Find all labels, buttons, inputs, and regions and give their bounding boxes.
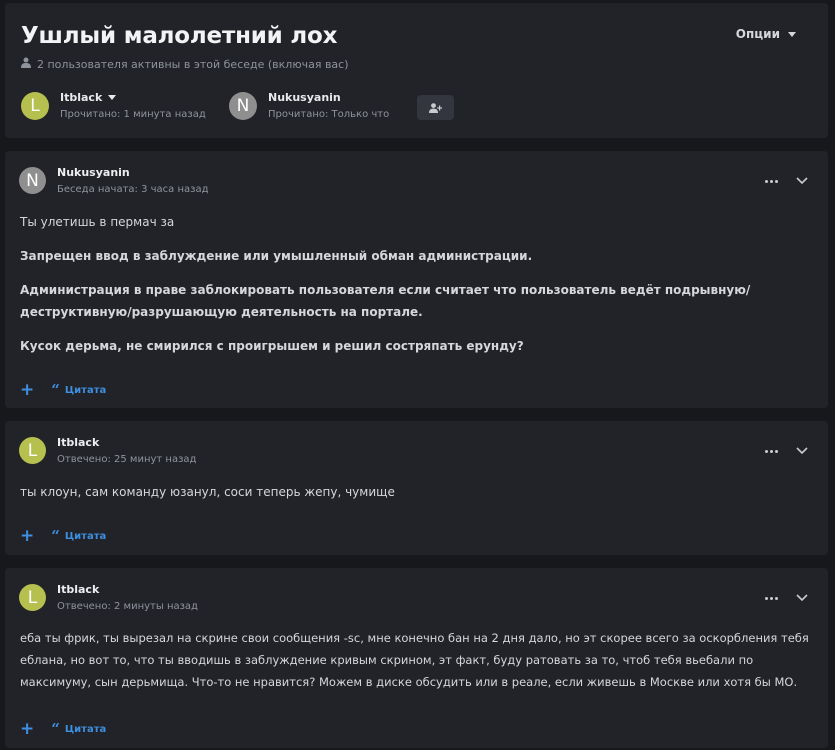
message-header: L Itblack Отвечено: 25 минут назад: [19, 436, 196, 465]
more-dots-icon[interactable]: [765, 596, 778, 600]
message-body: ты клоун, сам команду юзанул, соси тепер…: [20, 481, 810, 515]
plus-icon[interactable]: +: [20, 528, 34, 545]
active-users-line: 2 пользователя активны в этой беседе (вк…: [21, 57, 349, 71]
participant-nukusyanin[interactable]: N Nukusyanin Прочитано: Только что: [229, 91, 389, 120]
message-time[interactable]: Беседа начата: 3 часа назад: [57, 184, 209, 195]
participant-seen: Прочитано: Только что: [268, 109, 390, 120]
message-paragraph: Ты улетишь в пермач за: [20, 215, 175, 229]
chevron-down-icon[interactable]: [108, 95, 117, 100]
message-actions: + “ Цитата: [20, 382, 106, 399]
more-dots-icon[interactable]: [765, 179, 778, 183]
quote-icon: “: [51, 381, 60, 399]
quote-label: Цитата: [64, 531, 107, 542]
participant-name[interactable]: Nukusyanin: [268, 91, 389, 104]
chevron-down-icon: [788, 31, 796, 37]
plus-icon[interactable]: +: [20, 382, 34, 399]
page-title: Ушлый малолетний лох: [21, 23, 338, 49]
active-users-text: 2 пользователя активны в этой беседе (вк…: [37, 57, 349, 71]
avatar[interactable]: N: [19, 167, 46, 194]
quote-label: Цитата: [64, 385, 107, 396]
avatar[interactable]: L: [19, 584, 46, 611]
message-tools: [765, 177, 808, 185]
message: N Nukusyanin Беседа начата: 3 часа назад…: [5, 151, 828, 408]
plus-icon[interactable]: +: [20, 721, 34, 738]
message: L Itblack Отвечено: 25 минут назад ты кл…: [5, 421, 828, 555]
chevron-down-icon[interactable]: [796, 594, 808, 602]
user-icon: [21, 57, 31, 71]
message: L Itblack Отвечено: 2 минуты назад еба т…: [5, 568, 828, 748]
message-paragraph: Кусок дерьма, не смирился с проигрышем и…: [20, 339, 524, 353]
message-time[interactable]: Отвечено: 2 минуты назад: [57, 601, 198, 612]
message-author[interactable]: Nukusyanin: [57, 166, 209, 179]
message-actions: + “ Цитата: [20, 721, 106, 738]
participant-name[interactable]: Itblack: [60, 91, 102, 104]
message-actions: + “ Цитата: [20, 528, 106, 545]
message-time[interactable]: Отвечено: 25 минут назад: [57, 454, 196, 465]
more-dots-icon[interactable]: [765, 449, 778, 453]
message-paragraph: ты клоун, сам команду юзанул, соси тепер…: [20, 485, 395, 499]
options-button[interactable]: Опции: [736, 27, 796, 41]
quote-icon: “: [51, 720, 60, 738]
chevron-down-icon[interactable]: [796, 177, 808, 185]
message-paragraph: Администрация в праве заблокировать поль…: [20, 283, 751, 319]
participant-seen: Прочитано: 1 минута назад: [60, 109, 206, 120]
quote-button[interactable]: “ Цитата: [51, 529, 106, 544]
conversation-header: Ушлый малолетний лох 2 пользователя акти…: [5, 3, 828, 138]
message-header: L Itblack Отвечено: 2 минуты назад: [19, 583, 198, 612]
message-paragraph: Запрещен ввод в заблуждение или умышленн…: [20, 249, 533, 263]
chevron-down-icon[interactable]: [796, 447, 808, 455]
avatar[interactable]: N: [229, 91, 257, 120]
options-label: Опции: [735, 27, 780, 41]
message-tools: [765, 594, 808, 602]
message-tools: [765, 447, 808, 455]
quote-icon: “: [51, 527, 60, 545]
message-paragraph: еба ты фрик, ты вырезал на скрине свои с…: [20, 631, 809, 689]
message-header: N Nukusyanin Беседа начата: 3 часа назад: [19, 166, 209, 195]
participant-name-with-menu[interactable]: Itblack: [60, 91, 206, 104]
quote-label: Цитата: [64, 724, 107, 735]
invite-participant-button[interactable]: [417, 95, 454, 120]
participant-itblack[interactable]: L Itblack Прочитано: 1 минута назад: [21, 91, 206, 120]
message-body: еба ты фрик, ты вырезал на скрине свои с…: [20, 627, 810, 705]
avatar[interactable]: L: [19, 437, 46, 464]
add-user-icon: [429, 98, 443, 117]
message-author[interactable]: Itblack: [57, 436, 196, 449]
message-body: Ты улетишь в пермач за Запрещен ввод в з…: [20, 211, 810, 369]
message-author[interactable]: Itblack: [57, 583, 198, 596]
quote-button[interactable]: “ Цитата: [51, 722, 106, 737]
quote-button[interactable]: “ Цитата: [51, 383, 106, 398]
avatar[interactable]: L: [21, 91, 49, 120]
